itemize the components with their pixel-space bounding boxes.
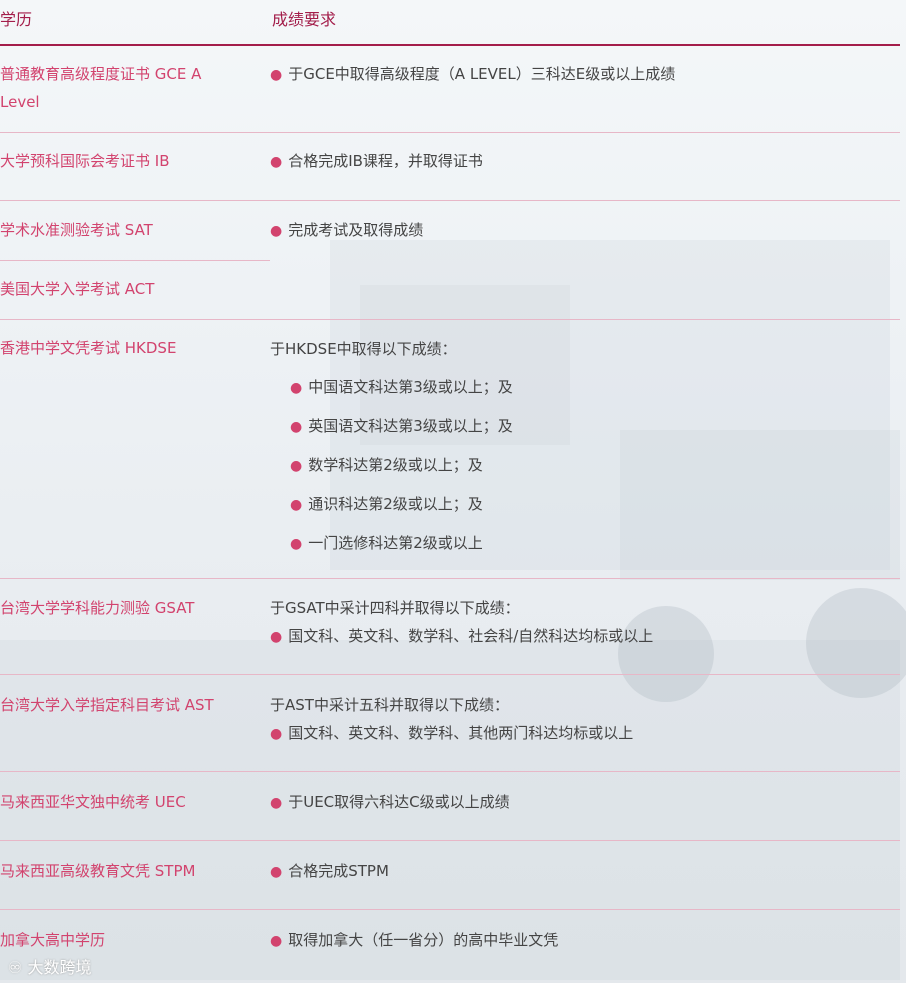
bullet-icon: ● [290,458,303,474]
requirement-intro: 于HKDSE中取得以下成绩： [270,340,457,358]
qualification-name: 学术水准测验考试 SAT [0,221,153,239]
qualification-name: 香港中学文凭考试 HKDSE [0,339,177,357]
list-item: ● 英国语文科达第3级或以上；及 [290,417,513,435]
table-header: 学历 成绩要求 [0,0,900,46]
list-item: ● 数学科达第2级或以上；及 [290,456,483,474]
row-divider [0,260,270,261]
bullet-icon: ● [270,154,283,170]
list-item: ● 合格完成IB课程，并取得证书 [270,152,483,170]
row-divider [0,674,900,675]
requirement-list: ● 合格完成IB课程，并取得证书 [270,149,483,174]
qualification-name: 台湾大学学科能力测验 GSAT [0,599,195,617]
bullet-icon: ● [290,536,303,552]
header-qualification: 学历 [0,10,33,29]
row-divider [0,578,900,579]
list-item: ● 于UEC取得六科达C级或以上成绩 [270,793,510,811]
list-item: ● 中国语文科达第3级或以上；及 [290,378,513,396]
requirement-list: 于GSAT中采计四科并取得以下成绩： ● 国文科、英文科、数学科、社会科/自然科达… [270,596,653,649]
requirement-list: 于AST中采计五科并取得以下成绩： ● 国文科、英文科、数学科、其他两门科达均标或… [270,693,633,746]
requirement-list: ● 合格完成STPM [270,859,389,884]
requirement-list: ● 取得加拿大（任一省分）的高中毕业文凭 [270,928,558,953]
requirement-intro: 于AST中采计五科并取得以下成绩： [270,696,509,714]
watermark-text: 大数跨境 [27,958,92,977]
bullet-icon: ● [290,380,303,396]
requirement-list: ● 于GCE中取得高级程度（A LEVEL）三科达E级或以上成绩 [270,62,675,87]
qualification-name: 台湾大学入学指定科目考试 AST [0,696,214,714]
requirement-list: ● 于UEC取得六科达C级或以上成绩 [270,790,510,815]
requirement-intro: 于GSAT中采计四科并取得以下成绩： [270,599,520,617]
bullet-icon: ● [270,933,283,949]
bullet-icon: ● [270,223,283,239]
qualification-name: 加拿大高中学历 [0,931,106,949]
qualification-name: 美国大学入学考试 ACT [0,280,155,298]
bullet-icon: ● [270,629,283,645]
row-divider [0,132,900,133]
list-item: ● 取得加拿大（任一省分）的高中毕业文凭 [270,931,559,949]
bullet-icon: ● [270,67,283,83]
qualification-name: 马来西亚华文独中统考 UEC [0,793,186,811]
bullet-icon: ● [290,419,303,435]
watermark-logo-icon: ♾ [8,958,23,977]
row-divider [0,840,900,841]
list-item: ● 国文科、英文科、数学科、社会科/自然科达均标或以上 [270,627,654,645]
header-requirement: 成绩要求 [272,10,337,29]
list-item: ● 完成考试及取得成绩 [270,221,424,239]
list-item: ● 通识科达第2级或以上；及 [290,495,483,513]
requirement-list: 于HKDSE中取得以下成绩： ● 中国语文科达第3级或以上；及 ● 英国语文科达第3… [270,337,513,556]
qualification-name: 大学预科国际会考证书 IB [0,152,170,170]
bullet-icon: ● [270,795,283,811]
qualification-name: 马来西亚高级教育文凭 STPM [0,862,196,880]
list-item: ● 合格完成STPM [270,862,389,880]
requirement-list: ● 完成考试及取得成绩 [270,218,423,243]
row-divider [0,200,900,201]
row-divider [0,319,900,320]
list-item: ● 一门选修科达第2级或以上 [290,534,483,552]
row-divider [0,771,900,772]
bullet-icon: ● [270,864,283,880]
list-item: ● 国文科、英文科、数学科、其他两门科达均标或以上 [270,724,634,742]
bullet-icon: ● [290,497,303,513]
row-divider [0,909,900,910]
bullet-icon: ● [270,726,283,742]
list-item: ● 于GCE中取得高级程度（A LEVEL）三科达E级或以上成绩 [270,65,676,83]
watermark: ♾ 大数跨境 [8,954,91,978]
qualification-name: 普通教育高级程度证书 GCE A Level [0,65,202,111]
